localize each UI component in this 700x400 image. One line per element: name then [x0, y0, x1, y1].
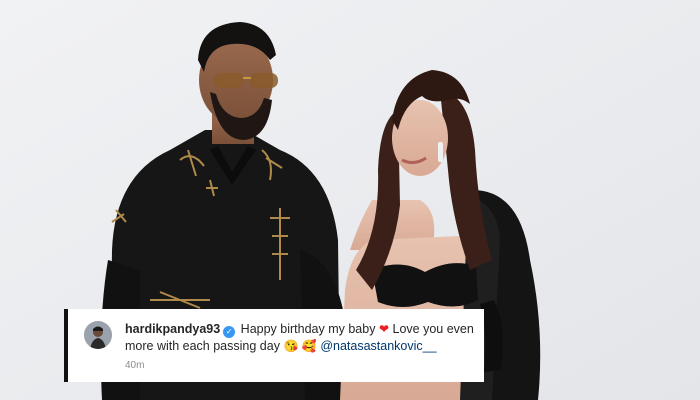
verified-badge-icon: ✓	[223, 326, 236, 338]
instagram-comment-card: hardikpandya93 ✓ Happy birthday my baby ❤…	[64, 309, 484, 382]
mention-link[interactable]: @natasastankovic__	[320, 339, 436, 353]
comment-timestamp: 40m	[125, 360, 145, 371]
comment-body-part-1: Happy birthday my baby	[240, 322, 376, 336]
comment-text: hardikpandya93 ✓ Happy birthday my baby ❤…	[125, 321, 475, 355]
user-avatar[interactable]	[84, 321, 112, 349]
heart-emoji: ❤	[378, 322, 390, 336]
username-link[interactable]: hardikpandya93	[125, 322, 220, 336]
kiss-emoji: 😘	[283, 339, 299, 353]
smiling-hearts-emoji: 🥰	[301, 339, 317, 353]
